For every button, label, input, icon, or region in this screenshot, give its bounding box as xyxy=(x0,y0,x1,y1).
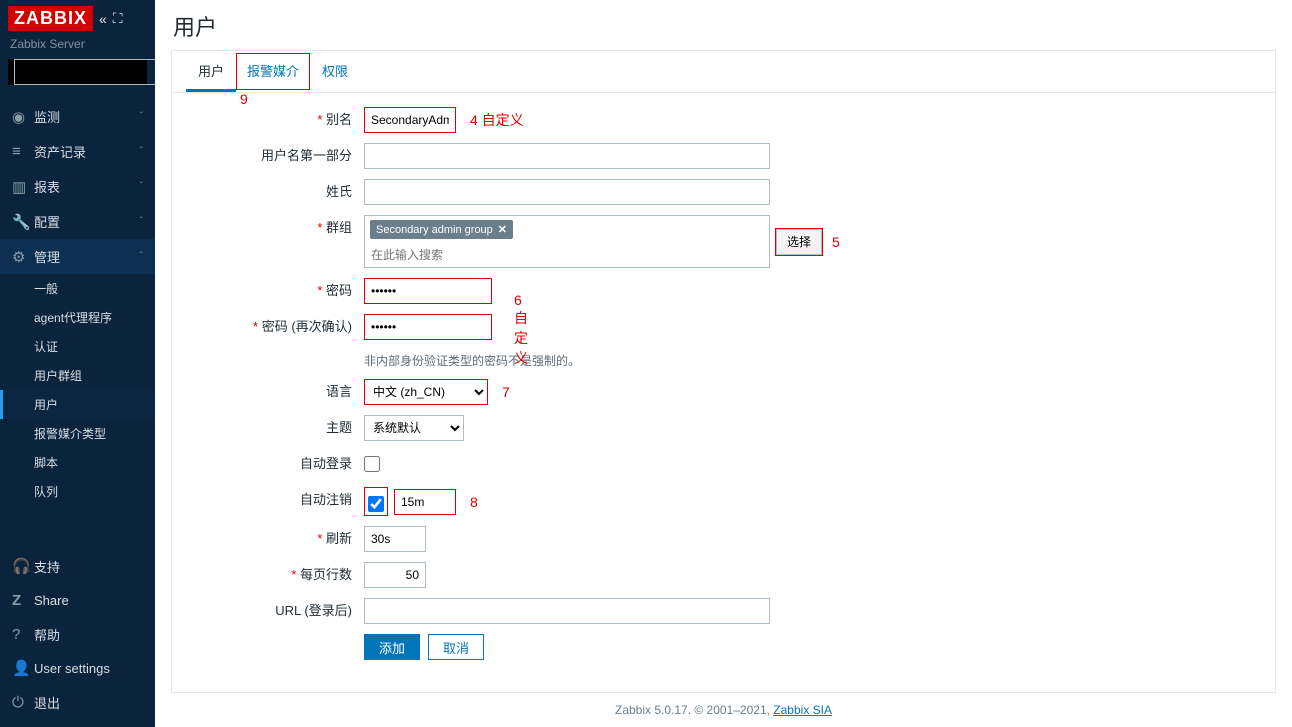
footer: Zabbix 5.0.17. © 2001–2021, Zabbix SIA xyxy=(155,693,1292,727)
nav-label: 报表 xyxy=(34,177,140,196)
annotation-9: 9 xyxy=(240,91,248,107)
nav-label: User settings xyxy=(34,661,143,676)
nav-label: 监测 xyxy=(34,107,140,126)
rows-label: 每页行数 xyxy=(186,562,364,588)
nav-monitoring[interactable]: ◉ 监测 ˇ xyxy=(0,99,155,134)
lang-label: 语言 xyxy=(186,379,364,405)
nav-share[interactable]: Z Share xyxy=(0,583,155,617)
group-label: 群组 xyxy=(186,215,364,241)
footer-text: Zabbix 5.0.17. © 2001–2021, xyxy=(615,703,773,717)
autologout-checkbox[interactable] xyxy=(368,496,384,512)
rows-input[interactable] xyxy=(364,562,426,588)
user-icon: 👤 xyxy=(12,659,34,677)
headset-icon: 🎧 xyxy=(12,557,34,575)
collapse-icon[interactable]: « xyxy=(99,11,107,27)
cancel-button[interactable]: 取消 xyxy=(428,634,484,660)
annotation-7: 7 xyxy=(502,384,510,400)
chevron-down-icon: ˇ xyxy=(140,216,143,227)
nav-label: 管理 xyxy=(34,247,140,266)
nav-sub-general[interactable]: 一般 xyxy=(0,274,155,303)
annotation-4: 4 自定义 xyxy=(470,110,524,130)
password2-input[interactable] xyxy=(364,314,492,340)
chevron-down-icon: ˇ xyxy=(140,111,143,122)
surname-input[interactable] xyxy=(364,179,770,205)
firstname-input[interactable] xyxy=(364,143,770,169)
chevron-down-icon: ˇ xyxy=(140,146,143,157)
url-input[interactable] xyxy=(364,598,770,624)
autologin-checkbox[interactable] xyxy=(364,456,380,472)
fullscreen-icon[interactable]: ⛶ xyxy=(113,10,123,27)
eye-icon: ◉ xyxy=(12,108,34,126)
nav-label: 帮助 xyxy=(34,625,143,644)
nav-reports[interactable]: ▥ 报表 ˇ xyxy=(0,169,155,204)
tabs: 用户 报警媒介 权限 9 xyxy=(172,51,1275,93)
group-tag[interactable]: Secondary admin group ✕ xyxy=(370,220,513,239)
nav-config[interactable]: 🔧 配置 ˇ xyxy=(0,204,155,239)
group-multiselect[interactable]: Secondary admin group ✕ xyxy=(364,215,770,268)
refresh-label: 刷新 xyxy=(186,526,364,552)
nav-label: 支持 xyxy=(34,557,143,576)
autologout-input[interactable] xyxy=(394,489,456,515)
tab-permissions[interactable]: 权限 xyxy=(310,51,360,92)
bar-icon: ▥ xyxy=(12,178,34,196)
nav-sub-media[interactable]: 报警媒介类型 xyxy=(0,419,155,448)
theme-label: 主题 xyxy=(186,415,364,441)
password2-label: 密码 (再次确认) xyxy=(186,314,364,340)
url-label: URL (登录后) xyxy=(186,598,364,624)
wrench-icon: 🔧 xyxy=(12,213,34,231)
annotation-5: 5 xyxy=(832,234,840,250)
nav-sub-users[interactable]: 用户 xyxy=(0,390,155,419)
nav-sub-queue[interactable]: 队列 xyxy=(0,477,155,506)
logo[interactable]: ZABBIX xyxy=(8,6,93,31)
nav-label: Share xyxy=(34,593,143,608)
select-group-button[interactable]: 选择 xyxy=(776,229,822,255)
nav-inventory[interactable]: ≡ 资产记录 ˇ xyxy=(0,134,155,169)
gear-icon: ⚙ xyxy=(12,248,34,266)
z-icon: Z xyxy=(12,592,34,609)
alias-label: 别名 xyxy=(186,107,364,133)
nav-logout[interactable]: ⏻ 退出 xyxy=(0,685,155,719)
list-icon: ≡ xyxy=(12,143,34,160)
theme-select[interactable]: 系统默认 xyxy=(364,415,464,441)
lang-select[interactable]: 中文 (zh_CN) xyxy=(364,379,488,405)
nav-admin[interactable]: ⚙ 管理 ˆ xyxy=(0,239,155,274)
surname-label: 姓氏 xyxy=(186,179,364,205)
chevron-up-icon: ˆ xyxy=(140,251,143,262)
group-search-input[interactable] xyxy=(365,243,769,267)
search-box[interactable]: 🔍 xyxy=(8,59,147,85)
firstname-label: 用户名第一部分 xyxy=(186,143,364,169)
nav-sub-scripts[interactable]: 脚本 xyxy=(0,448,155,477)
add-button[interactable]: 添加 xyxy=(364,634,420,660)
nav-support[interactable]: 🎧 支持 xyxy=(0,549,155,583)
sidebar: ZABBIX « ⛶ Zabbix Server 🔍 ◉ 监测 ˇ ≡ 资产记录… xyxy=(0,0,155,727)
nav-sub-usergroups[interactable]: 用户群组 xyxy=(0,361,155,390)
tab-user[interactable]: 用户 xyxy=(186,51,236,92)
group-tag-label: Secondary admin group xyxy=(376,224,493,236)
password-label: 密码 xyxy=(186,278,364,304)
nav-help[interactable]: ? 帮助 xyxy=(0,617,155,651)
page-title: 用户 xyxy=(155,0,1292,50)
password-input[interactable] xyxy=(364,278,492,304)
tab-media[interactable]: 报警媒介 xyxy=(236,53,310,90)
nav-sub-auth[interactable]: 认证 xyxy=(0,332,155,361)
refresh-input[interactable] xyxy=(364,526,426,552)
nav-sub-proxies[interactable]: agent代理程序 xyxy=(0,303,155,332)
annotation-8: 8 xyxy=(470,494,478,510)
nav-label: 退出 xyxy=(34,693,143,712)
footer-link[interactable]: Zabbix SIA xyxy=(773,703,832,717)
remove-tag-icon[interactable]: ✕ xyxy=(498,223,507,236)
password-hint: 非内部身份验证类型的密码不是强制的。 xyxy=(364,352,580,369)
help-icon: ? xyxy=(12,626,34,643)
nav-label: 资产记录 xyxy=(34,142,140,161)
chevron-down-icon: ˇ xyxy=(140,181,143,192)
autologin-label: 自动登录 xyxy=(186,451,364,477)
autologout-label: 自动注销 xyxy=(186,487,364,513)
nav-user-settings[interactable]: 👤 User settings xyxy=(0,651,155,685)
alias-input[interactable] xyxy=(364,107,456,133)
nav-label: 配置 xyxy=(34,212,140,231)
power-icon: ⏻ xyxy=(12,694,34,711)
server-name: Zabbix Server xyxy=(10,37,147,51)
annotation-6: 6 自定义 xyxy=(514,292,528,368)
